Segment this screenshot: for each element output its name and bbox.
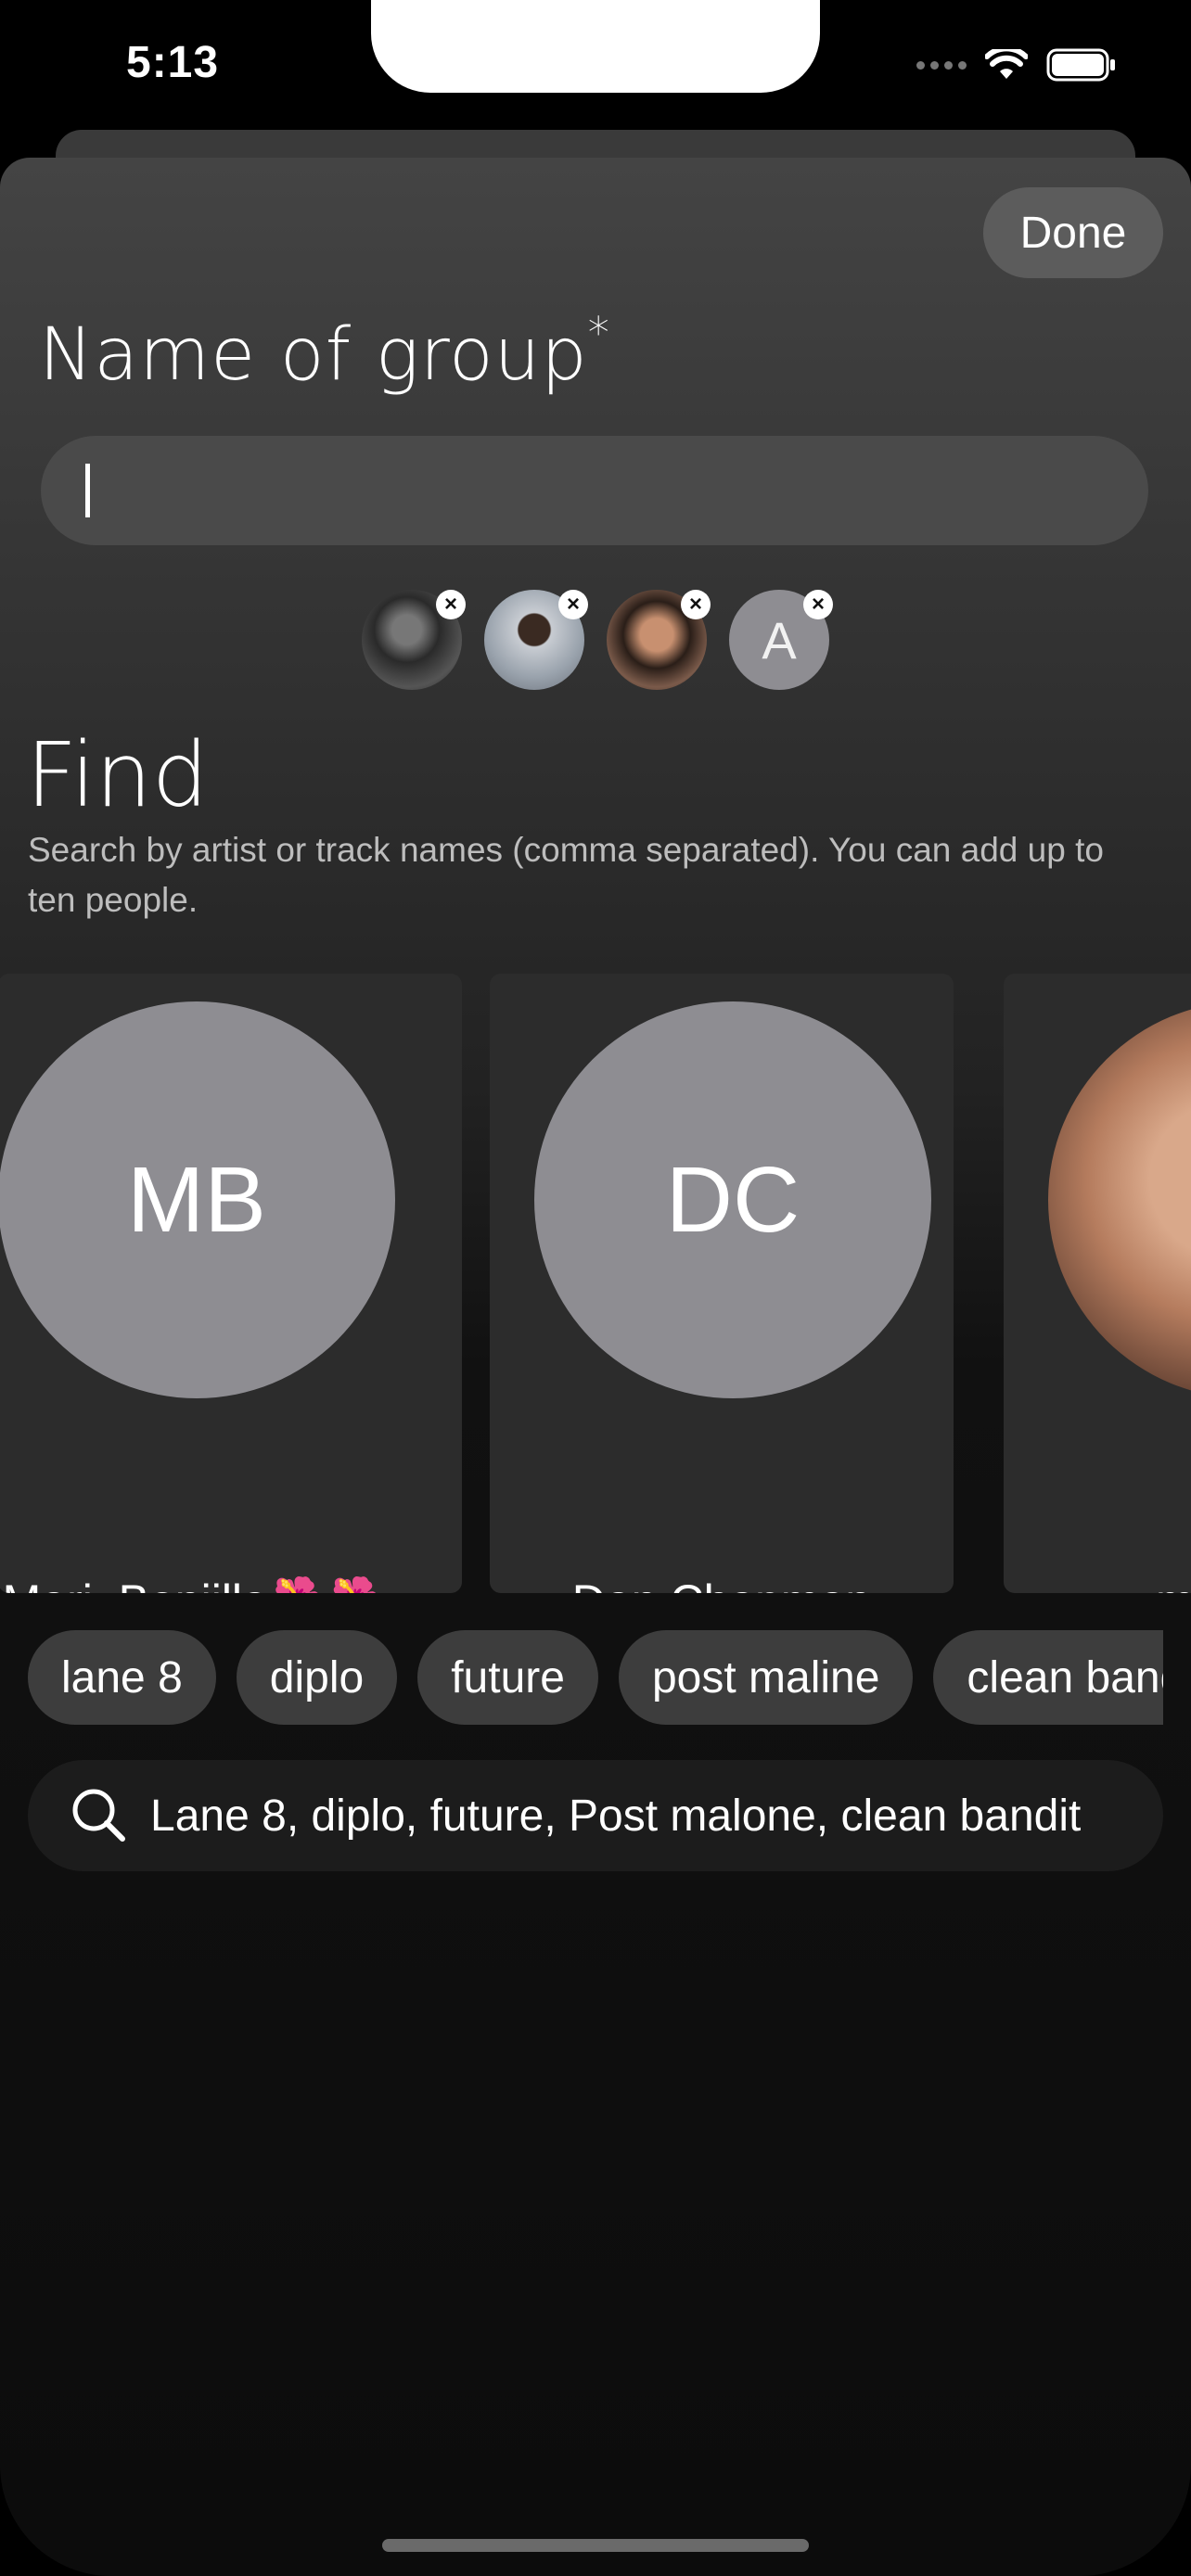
avatar xyxy=(1048,1001,1191,1398)
person-card[interactable]: DC Dan Chapman xyxy=(490,974,954,1593)
find-subtitle: Search by artist or track names (comma s… xyxy=(28,831,1104,919)
search-input[interactable]: Lane 8, diplo, future, Post malone, clea… xyxy=(28,1760,1163,1871)
search-tag[interactable]: future xyxy=(417,1630,598,1725)
search-value: Lane 8, diplo, future, Post malone, clea… xyxy=(150,1791,1082,1841)
person-card[interactable]: m xyxy=(1004,974,1191,1593)
text-caret xyxy=(85,464,90,517)
selected-person[interactable]: × xyxy=(362,590,466,690)
cellular-signal-icon xyxy=(916,60,967,70)
search-tag[interactable]: post maline xyxy=(618,1630,914,1725)
remove-icon[interactable]: × xyxy=(558,590,588,619)
notch xyxy=(371,0,820,93)
selected-person[interactable]: × xyxy=(484,590,588,690)
group-name-title: Name of group xyxy=(39,313,588,397)
status-time: 5:13 xyxy=(126,38,220,87)
remove-icon[interactable]: × xyxy=(803,590,833,619)
selected-person[interactable]: × xyxy=(607,590,711,690)
search-tag[interactable]: diplo xyxy=(236,1630,398,1725)
group-name-heading: Name of group* xyxy=(39,308,610,397)
status-icons xyxy=(916,48,1117,82)
search-tag[interactable]: clean bandit xyxy=(933,1630,1163,1725)
avatar: MB xyxy=(0,1001,395,1398)
person-name: Dan Chapman xyxy=(490,1575,954,1593)
done-button[interactable]: Done xyxy=(983,187,1163,278)
person-card[interactable]: MB Mari. Boniilla🌺🌺 xyxy=(0,974,462,1593)
person-name: m xyxy=(1004,1575,1191,1593)
person-name: Mari. Boniilla🌺🌺 xyxy=(0,1575,425,1593)
remove-icon[interactable]: × xyxy=(436,590,466,619)
search-tags-row: lane 8 diplo future post maline clean ba… xyxy=(28,1630,1163,1725)
avatar: DC xyxy=(534,1001,931,1398)
selected-people-row: × × × A × xyxy=(362,590,833,690)
remove-icon[interactable]: × xyxy=(681,590,711,619)
required-mark: * xyxy=(587,308,610,358)
create-group-sheet: Done Name of group* × × × A × Find Searc… xyxy=(0,158,1191,2576)
search-icon xyxy=(72,1789,125,1842)
group-name-input[interactable] xyxy=(41,436,1148,545)
status-bar: 5:13 xyxy=(0,0,1191,139)
home-indicator[interactable] xyxy=(382,2539,809,2552)
selected-person[interactable]: A × xyxy=(729,590,833,690)
search-tag[interactable]: lane 8 xyxy=(28,1630,216,1725)
battery-icon xyxy=(1046,48,1115,82)
find-heading: Find xyxy=(26,723,209,827)
wifi-icon xyxy=(985,49,1028,79)
